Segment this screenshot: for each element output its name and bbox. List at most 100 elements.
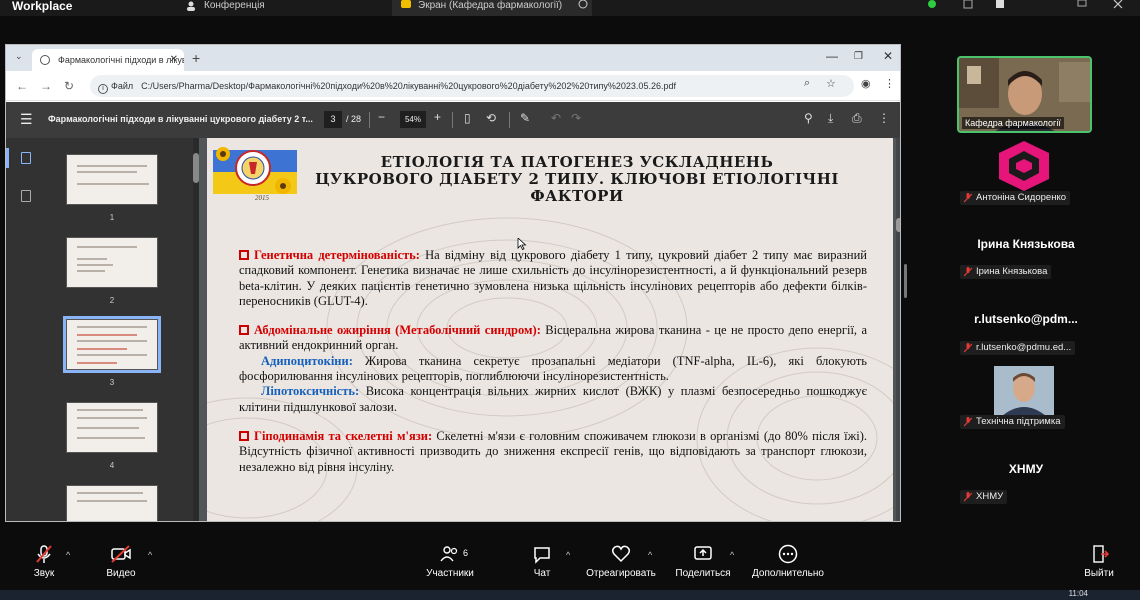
participants-button[interactable]: Участники <box>424 544 476 579</box>
rotate-icon[interactable]: ⟲ <box>486 111 496 125</box>
chat-button[interactable]: Чат <box>528 544 556 579</box>
forward-icon[interactable]: → <box>40 79 52 93</box>
page-number-input[interactable]: 3 <box>324 111 342 128</box>
close-tab-icon[interactable]: ✕ <box>170 54 178 65</box>
minimize-icon[interactable]: — <box>826 49 838 63</box>
participants-icon <box>440 546 458 562</box>
more-icon <box>778 544 798 564</box>
new-tab-icon[interactable]: + <box>192 50 200 66</box>
slide-title: ЕТІОЛОГІЯ ТА ПАТОГЕНЕЗ УСКЛАДНЕНЬ ЦУКРОВ… <box>267 154 887 205</box>
settings-icon[interactable] <box>962 0 974 10</box>
fit-page-icon[interactable]: ▯ <box>464 111 471 125</box>
pdf-sidebar-rail <box>6 138 44 521</box>
video-label: Видео <box>106 568 136 579</box>
page-thumbnail[interactable] <box>66 402 158 453</box>
tab-search-chevron-icon[interactable]: ⌄ <box>15 51 23 62</box>
bullet-icon <box>239 325 249 336</box>
toolbar-divider <box>509 112 510 128</box>
video-options-caret-icon[interactable]: ^ <box>148 550 152 560</box>
video-off-icon <box>111 545 131 563</box>
participant-tile-name: r.lutsenko@pdm... <box>974 312 1078 326</box>
chat-icon <box>534 547 550 564</box>
exit-door-icon <box>1093 545 1109 563</box>
reload-icon[interactable]: ↻ <box>64 79 74 93</box>
shared-browser-window: ⌄ Фармакологічні підходи в лікув ✕ + — ❐… <box>5 44 901 522</box>
more-button[interactable]: Дополнительно <box>750 544 826 579</box>
browser-tab-title: Фармакологічні підходи в лікув <box>58 55 184 65</box>
address-input[interactable]: i Файл C:/Users/Pharma/Desktop/Фармакологі… <box>90 75 854 97</box>
tab-conference[interactable]: Конференція <box>186 0 376 16</box>
page-thumbnail[interactable] <box>66 485 158 521</box>
host-name: Кафедра фармакології <box>962 117 1064 129</box>
annotate-icon[interactable]: ✎ <box>520 111 530 125</box>
back-icon[interactable]: ← <box>16 79 28 93</box>
share-button[interactable]: Поделиться <box>672 544 734 579</box>
page-thumbnail-selected[interactable] <box>63 316 161 373</box>
participant-tile-name: ХНМУ <box>1008 462 1044 476</box>
address-url: C:/Users/Pharma/Desktop/Фармакологічні%2… <box>141 81 676 91</box>
chat-options-caret-icon[interactable]: ^ <box>566 550 570 560</box>
participants-panel: Кафедра фармакології Антоніна Сидоренко … <box>912 44 1140 522</box>
react-button[interactable]: Отреагировать <box>584 544 658 579</box>
site-info-icon[interactable]: i <box>98 84 108 94</box>
participant-name: Антоніна Сидоренко <box>976 192 1066 203</box>
restore-icon[interactable]: ❐ <box>854 51 863 62</box>
react-label: Отреагировать <box>586 568 656 579</box>
participant-label: ХНМУ <box>960 490 1008 504</box>
page-thumbnail[interactable] <box>66 237 158 288</box>
heart-icon <box>611 545 631 563</box>
react-options-caret-icon[interactable]: ^ <box>648 550 652 560</box>
mouse-cursor-icon <box>517 238 527 250</box>
subsection-heading: Ліпотоксичність: <box>261 384 360 399</box>
participant-name: Ірина Князькова <box>976 266 1048 277</box>
mic-muted-icon <box>36 545 52 563</box>
outline-view-icon[interactable] <box>21 190 31 202</box>
audio-options-caret-icon[interactable]: ^ <box>66 550 70 560</box>
browser-tab-pdf[interactable]: Фармакологічні підходи в лікув ✕ <box>32 49 184 71</box>
section-genetics: Генетична детермінованість: На відміну в… <box>239 248 867 309</box>
sidebar-menu-icon[interactable]: ☰ <box>20 111 33 128</box>
page-thumbnail[interactable] <box>66 154 158 205</box>
undo-icon[interactable]: ↶ <box>551 111 561 125</box>
mic-muted-icon <box>964 343 972 353</box>
layout-icon[interactable] <box>994 0 1006 10</box>
address-bar-row: ← → ↻ i Файл C:/Users/Pharma/Desktop/Фарма… <box>6 71 900 101</box>
sound-button[interactable]: Звук <box>28 544 60 579</box>
zoom-level-input[interactable]: 54% <box>400 111 426 128</box>
more-actions-icon[interactable]: ⋮ <box>878 111 890 125</box>
pdf-toolbar: ☰ Фармакологічні підходи в лікуванні цук… <box>6 102 900 138</box>
share-screen-icon <box>694 546 712 560</box>
participant-label: Ірина Князькова <box>960 265 1052 279</box>
slide-body: Генетична детермінованість: На відміну в… <box>239 248 867 475</box>
bookmark-star-icon[interactable]: ☆ <box>826 77 836 90</box>
panel-resize-handle[interactable] <box>904 264 907 298</box>
zoom-icon[interactable]: ⌕ <box>804 77 810 90</box>
toolbar-divider <box>369 112 370 128</box>
close-window-icon[interactable] <box>1112 0 1124 10</box>
share-options-caret-icon[interactable]: ^ <box>730 550 734 560</box>
info-icon[interactable] <box>578 0 588 10</box>
screen: Workplace Конференція Экран (Кафедра фар… <box>0 0 1140 600</box>
leave-button[interactable]: Выйти <box>1082 544 1116 579</box>
pdf-title: Фармакологічні підходи в лікуванні цукро… <box>48 114 313 124</box>
redo-icon[interactable]: ↷ <box>571 111 581 125</box>
browser-menu-icon[interactable]: ⋮ <box>884 77 895 90</box>
print-icon[interactable]: ⎙ <box>852 111 862 126</box>
minimize-window-icon[interactable] <box>1076 0 1088 10</box>
tab-screen[interactable]: Экран (Кафедра фармакології) <box>392 0 592 16</box>
zoom-out-icon[interactable]: − <box>378 110 385 124</box>
video-button[interactable]: Видео <box>104 544 138 579</box>
thumbnail-number: 3 <box>109 378 115 387</box>
close-icon[interactable]: ✕ <box>883 49 893 63</box>
participant-label: Технічна підтримка <box>960 415 1065 429</box>
bullet-icon <box>239 250 249 260</box>
thumbnails-view-icon[interactable] <box>21 152 31 164</box>
pdf-scrollbar[interactable] <box>896 138 900 521</box>
participant-name: r.lutsenko@pdmu.ed... <box>976 342 1072 353</box>
profile-icon[interactable]: ◉ <box>861 77 871 90</box>
zoom-in-icon[interactable]: + <box>434 110 441 124</box>
download-icon[interactable]: ⤓ <box>828 111 833 126</box>
save-copy-icon[interactable]: ⚲ <box>804 111 813 125</box>
host-video-tile[interactable]: Кафедра фармакології <box>957 56 1092 133</box>
bullet-icon <box>239 430 249 441</box>
